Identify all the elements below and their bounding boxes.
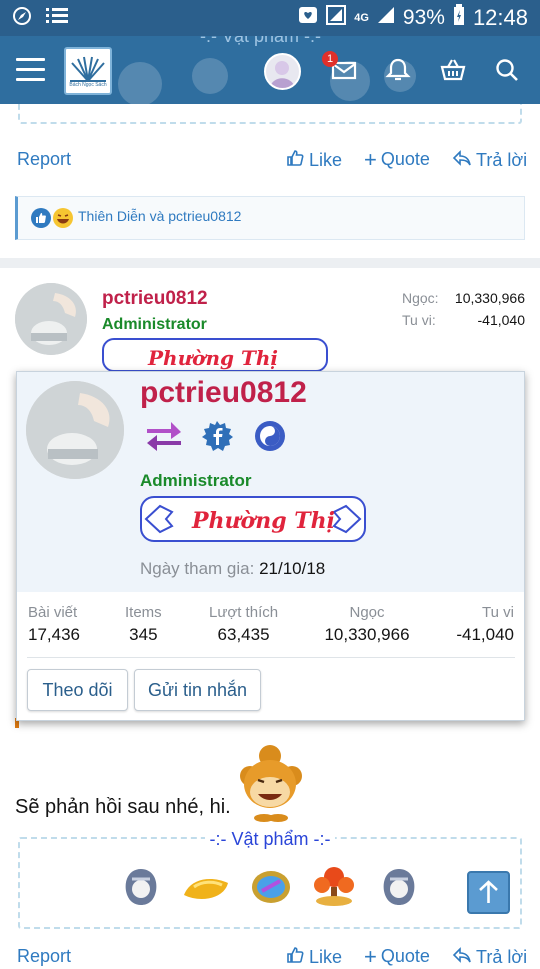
stat-likes-label: Lượt thích [209, 604, 279, 621]
reactions-text[interactable]: Thiên Diễn và pctrieu0812 [78, 208, 241, 224]
post-role: Administrator [102, 316, 207, 333]
send-message-button[interactable]: Gửi tin nhắn [134, 669, 261, 711]
compass-icon [12, 6, 32, 31]
reply-button[interactable]: Trả lời [452, 149, 527, 172]
follow-button[interactable]: Theo dõi [27, 669, 128, 711]
list-icon [46, 7, 68, 30]
quote-label-2: Quote [380, 946, 430, 966]
like-button-2[interactable]: Like [286, 946, 342, 969]
stat-likes-value: 63,435 [217, 625, 270, 644]
yin-yang-icon[interactable] [253, 419, 287, 458]
basket-icon[interactable] [440, 57, 466, 83]
post-avatar[interactable] [15, 283, 87, 355]
monkey-emoticon [230, 742, 310, 827]
joined-value: 21/10/18 [259, 559, 326, 578]
network-type: 4G [354, 12, 369, 24]
like-label: Like [309, 150, 343, 170]
stat-tuvi: Tu vi -41,040 [456, 604, 514, 645]
report-link[interactable]: Report [17, 149, 71, 170]
signal-box-icon [326, 5, 347, 31]
popup-title-banner-text: Phường Thị [192, 508, 335, 534]
items-box: -:- Vật phẩm -:- [18, 829, 522, 929]
user-profile-popup: pctrieu0812 Administrator Phường Thị Ngà… [16, 371, 525, 721]
facebook-icon[interactable] [200, 419, 234, 458]
post-title-banner: Phường Thị [102, 338, 328, 372]
reactions-bar[interactable]: Thiên Diễn và pctrieu0812 [15, 196, 525, 240]
stat-items-value: 345 [129, 625, 158, 644]
stat-posts-label: Bài viết [28, 604, 78, 621]
battery-icon [453, 4, 465, 32]
item-gold-icon[interactable] [180, 869, 232, 910]
items-title-wrap: -:- Vật phẩm -:- [20, 829, 520, 850]
stats-divider [27, 657, 515, 658]
joined-row: Ngày tham gia: 21/10/18 [140, 559, 325, 579]
app-bar: -:- Vật phẩm -:- Bách Ngọc Sách 1 [0, 26, 540, 104]
reply-button-2[interactable]: Trả lời [452, 946, 527, 969]
popup-title-banner: Phường Thị [140, 496, 366, 542]
stat-posts: Bài viết 17,436 [28, 604, 80, 645]
thumbs-up-icon [286, 946, 304, 969]
search-icon[interactable] [494, 57, 520, 83]
report-link-2[interactable]: Report [17, 946, 71, 967]
popup-role: Administrator [140, 471, 252, 490]
bell-icon[interactable] [385, 57, 411, 83]
reply-label: Trả lời [476, 150, 528, 170]
like-reaction-icon [30, 207, 52, 234]
popup-avatar[interactable] [26, 381, 124, 479]
stat-posts-value: 17,436 [28, 625, 80, 644]
plus-icon: + [364, 146, 377, 172]
stat-ngoc-label: Ngọc [349, 604, 385, 621]
stat-items-label: Items [125, 604, 162, 621]
status-bar: 4G 93% 12:48 [0, 0, 540, 36]
post-message: Sẽ phản hồi sau nhé, hi. [15, 796, 231, 818]
item-tree-icon[interactable] [308, 865, 360, 912]
item-armor2-icon[interactable] [380, 867, 418, 912]
item-armor-icon[interactable] [122, 867, 160, 912]
thumbs-up-icon [286, 149, 304, 172]
stat-tuvi-label: Tu vi [482, 604, 514, 621]
menu-button[interactable] [16, 58, 45, 82]
reply-label-2: Trả lời [476, 947, 528, 967]
scroll-to-top-button[interactable] [467, 871, 510, 914]
stat-ngoc: Ngọc 10,330,966 [323, 604, 411, 645]
swap-icon[interactable] [145, 419, 183, 458]
like-button[interactable]: Like [286, 149, 342, 172]
stat-tuvi-value: -41,040 [456, 625, 514, 644]
reply-icon [452, 946, 472, 969]
items-title: -:- Vật phẩm -:- [205, 829, 335, 849]
battery-percent: 93% [402, 6, 445, 29]
joined-label: Ngày tham gia: [140, 559, 255, 578]
post-title-banner-text: Phường Thị [148, 346, 278, 370]
inbox-badge: 1 [322, 51, 338, 67]
laugh-reaction-icon [52, 207, 74, 234]
popup-username[interactable]: pctrieu0812 [140, 376, 307, 410]
quote-label: Quote [380, 149, 430, 169]
quote-button[interactable]: + Quote [364, 146, 430, 172]
popup-stats: Bài viết 17,436 Items 345 Lượt thích 63,… [17, 604, 524, 660]
post-stat-ngoc-value: 10,330,966 [454, 290, 525, 306]
post-stat-ngoc-label: Ngọc: [402, 290, 439, 306]
post-separator [0, 258, 540, 268]
heart-mail-icon [298, 6, 318, 30]
cell-signal-icon [377, 6, 395, 30]
like-label-2: Like [309, 947, 343, 967]
stat-items: Items 345 [125, 604, 162, 645]
quote-button-2[interactable]: + Quote [364, 943, 430, 969]
reply-icon [452, 149, 472, 172]
clock: 12:48 [472, 5, 528, 30]
site-logo[interactable]: Bách Ngọc Sách [64, 47, 112, 95]
stat-likes: Lượt thích 63,435 [209, 604, 278, 645]
stat-ngoc-value: 10,330,966 [324, 625, 410, 644]
logo-text: Bách Ngọc Sách [69, 82, 107, 88]
plus-icon: + [364, 943, 377, 969]
item-gem-icon[interactable] [250, 869, 292, 910]
post-username[interactable]: pctrieu0812 [102, 288, 208, 310]
user-avatar[interactable] [264, 53, 301, 90]
post-stat-tuvi-value: -41,040 [477, 312, 525, 328]
post-stat-tuvi-label: Tu vi: [402, 312, 436, 328]
